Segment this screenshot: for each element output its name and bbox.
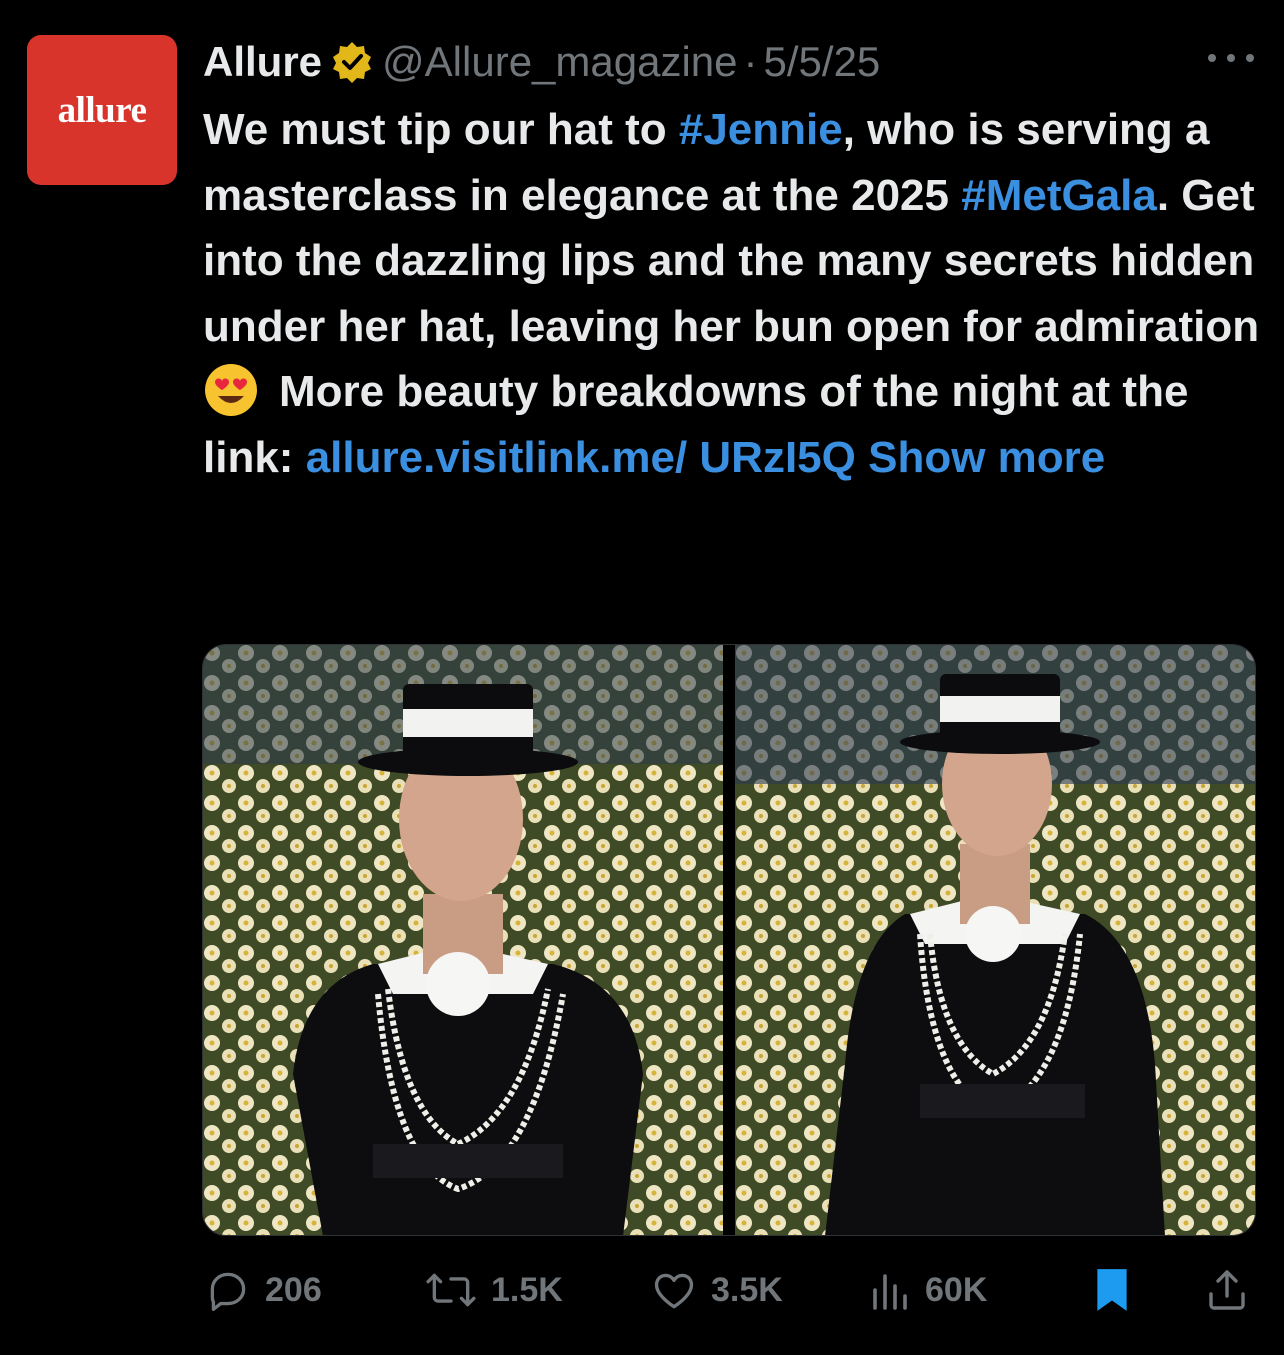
- avatar-logo-text: allure: [57, 89, 147, 131]
- tweet-actions-bar: 206 1.5K 3.5K 60K: [203, 1262, 1255, 1318]
- author-name[interactable]: Allure: [203, 38, 322, 86]
- like-icon: [654, 1273, 694, 1309]
- more-dot-icon: [1208, 54, 1216, 62]
- verified-badge-icon: [333, 42, 372, 83]
- more-options-button[interactable]: [1208, 40, 1254, 76]
- bookmark-button[interactable]: [1089, 1262, 1135, 1318]
- like-count: 3.5K: [711, 1270, 783, 1309]
- article-link[interactable]: allure.visitlink.me/ URzI5Q: [306, 433, 856, 482]
- bookmark-icon: [1097, 1269, 1127, 1311]
- reply-count: 206: [265, 1270, 322, 1309]
- author-handle[interactable]: @Allure_magazine: [382, 38, 737, 86]
- views-count: 60K: [925, 1270, 988, 1309]
- like-button[interactable]: 3.5K: [649, 1262, 783, 1318]
- more-dot-icon: [1227, 54, 1235, 62]
- tweet-text: We must tip our hat to #Jennie, who is s…: [203, 97, 1263, 490]
- separator-dot: ·: [743, 38, 758, 85]
- tweet-photo-1[interactable]: [203, 645, 723, 1235]
- reply-icon: [210, 1272, 246, 1312]
- repost-button[interactable]: 1.5K: [423, 1262, 563, 1318]
- views-button[interactable]: 60K: [869, 1262, 987, 1318]
- tweet-media-grid: [202, 644, 1256, 1236]
- tweet-date[interactable]: 5/5/25: [764, 38, 881, 86]
- views-icon: [873, 1274, 907, 1310]
- show-more-link[interactable]: Show more: [868, 433, 1105, 482]
- share-button[interactable]: [1203, 1262, 1251, 1318]
- heart-eyes-emoji-icon: [205, 364, 257, 416]
- share-icon: [1209, 1270, 1245, 1310]
- hashtag-metgala-link[interactable]: #MetGala: [961, 171, 1157, 220]
- more-dot-icon: [1246, 54, 1254, 62]
- author-avatar[interactable]: allure: [27, 35, 177, 185]
- reply-button[interactable]: 206: [203, 1262, 322, 1318]
- tweet-photo-2[interactable]: [735, 645, 1255, 1235]
- hashtag-jennie-link[interactable]: #Jennie: [679, 105, 843, 154]
- tweet-text-part: We must tip our hat to: [203, 105, 679, 154]
- repost-count: 1.5K: [491, 1270, 563, 1309]
- repost-icon: [426, 1273, 476, 1307]
- tweet-header: Allure @Allure_magazine · 5/5/25: [203, 36, 880, 88]
